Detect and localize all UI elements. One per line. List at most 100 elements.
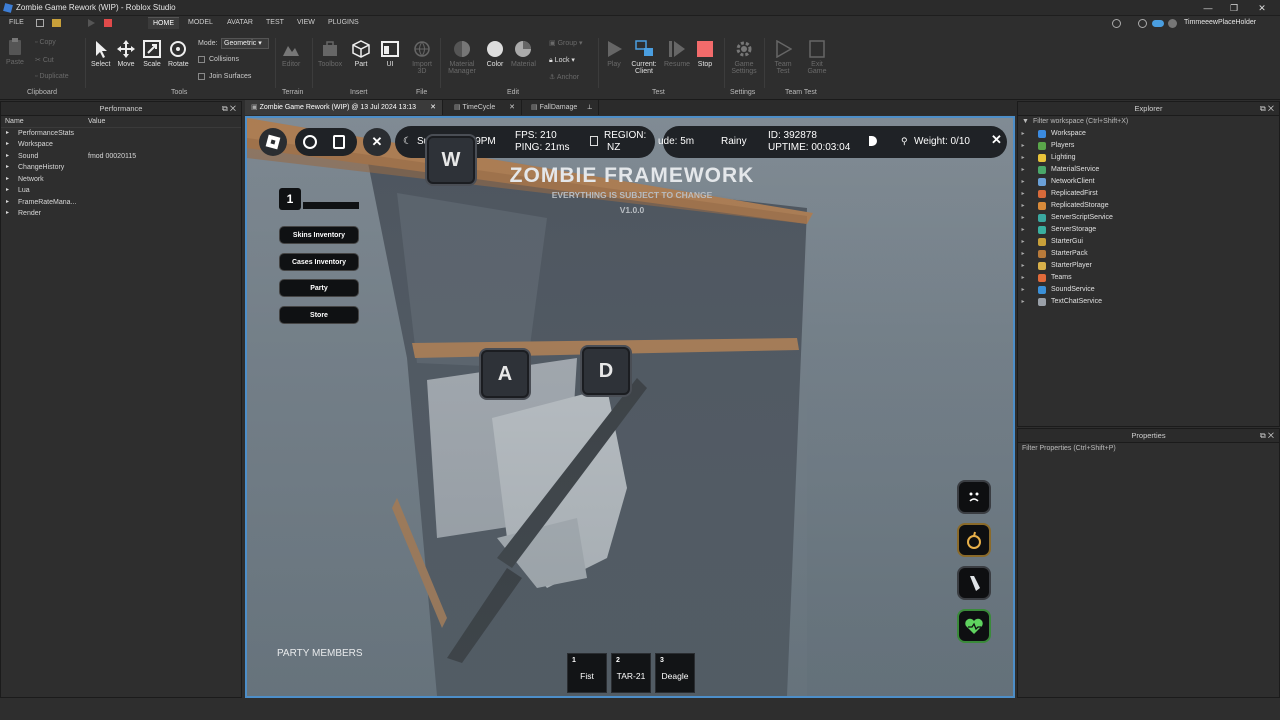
avatar-icon[interactable] <box>1168 19 1177 28</box>
explorer-item[interactable]: ▸ ServerScriptService <box>1018 212 1279 224</box>
cases-inventory-button[interactable]: Cases Inventory <box>279 253 359 271</box>
stop-small-icon[interactable] <box>104 19 112 27</box>
chat-icon[interactable] <box>333 135 345 149</box>
explorer-item[interactable]: ▸ StarterPack <box>1018 248 1279 260</box>
file-menu[interactable]: FILE <box>9 19 24 26</box>
explorer-item[interactable]: ▸ SoundService <box>1018 284 1279 296</box>
play-button[interactable]: Play <box>605 40 623 68</box>
tab-timecycle-script[interactable]: ▤ TimeCycle ✕ <box>448 100 522 115</box>
help-icon[interactable] <box>1138 19 1147 28</box>
expand-arrow-icon[interactable]: ▸ <box>1018 248 1028 260</box>
terrain-editor-button[interactable]: Editor <box>282 40 300 68</box>
close-window-button[interactable]: ✕ <box>1250 2 1274 14</box>
party-button[interactable]: Party <box>279 279 359 297</box>
emote-icon[interactable] <box>303 135 317 149</box>
select-tool-button[interactable]: Select <box>91 40 110 68</box>
roblox-menu-button[interactable] <box>259 128 287 156</box>
water-button[interactable] <box>957 566 991 600</box>
store-button[interactable]: Store <box>279 306 359 324</box>
expand-arrow-icon[interactable]: ▸ <box>1018 176 1028 188</box>
tab-plugins[interactable]: PLUGINS <box>328 19 359 26</box>
close-panel-icon[interactable]: ⧉ ✕ <box>1260 429 1274 443</box>
game-viewport[interactable]: ✕ ☾ Sunday, 12:29PM FPS: 210 PING: 21ms … <box>245 116 1015 698</box>
exit-game-button[interactable]: Exit Game <box>806 40 828 75</box>
open-folder-icon[interactable] <box>52 19 61 27</box>
expand-arrow-icon[interactable]: ▸ <box>1018 236 1028 248</box>
copy-button[interactable]: ▫ Copy <box>35 39 56 46</box>
explorer-item[interactable]: ▸ MaterialService <box>1018 164 1279 176</box>
scale-tool-button[interactable]: Scale <box>143 40 161 68</box>
team-test-button[interactable]: Team Test <box>772 40 794 75</box>
explorer-item[interactable]: ▸ StarterGui <box>1018 236 1279 248</box>
toolbox-button[interactable]: Toolbox <box>318 40 342 68</box>
anchor-button[interactable]: ⚓︎ Anchor <box>549 73 579 81</box>
resume-button[interactable]: Resume <box>664 40 690 68</box>
properties-filter-input[interactable]: Filter Properties (Ctrl+Shift+P) <box>1018 443 1279 455</box>
group-button[interactable]: ▣ Group ▾ <box>549 39 583 47</box>
game-settings-button[interactable]: Game Settings <box>728 40 760 75</box>
performance-row[interactable]: ▸ Sound fmod 00020115 <box>1 151 241 163</box>
tab-view[interactable]: VIEW <box>297 19 315 26</box>
new-file-icon[interactable] <box>36 19 44 27</box>
performance-row[interactable]: ▸ Workspace <box>1 139 241 151</box>
health-button[interactable] <box>957 609 991 643</box>
explorer-item[interactable]: ▸ ReplicatedFirst <box>1018 188 1279 200</box>
import-3d-button[interactable]: Import 3D <box>410 40 434 75</box>
close-panel-icon[interactable]: ⧉ ✕ <box>1260 102 1274 116</box>
performance-row[interactable]: ▸ Lua <box>1 185 241 197</box>
tab-test[interactable]: TEST <box>266 19 284 26</box>
skins-inventory-button[interactable]: Skins Inventory <box>279 226 359 244</box>
minimize-button[interactable]: — <box>1196 2 1220 14</box>
tab-avatar[interactable]: AVATAR <box>227 19 253 26</box>
tab-falldamage-script[interactable]: ▤ FallDamage ⟂ <box>525 100 599 115</box>
join-surfaces-toggle[interactable]: Join Surfaces <box>198 73 251 80</box>
explorer-item[interactable]: ▸ Lighting <box>1018 152 1279 164</box>
explorer-item[interactable]: ▸ TextChatService <box>1018 296 1279 308</box>
expand-arrow-icon[interactable]: ▸ <box>1018 128 1028 140</box>
expand-arrow-icon[interactable]: ▸ <box>1018 260 1028 272</box>
expand-arrow-icon[interactable]: ▸ <box>1018 272 1028 284</box>
explorer-filter-input[interactable]: ▼ Filter workspace (Ctrl+Shift+X) <box>1018 116 1279 128</box>
expand-arrow-icon[interactable]: ▸ <box>1018 188 1028 200</box>
collisions-toggle[interactable]: Collisions <box>198 56 239 63</box>
expand-arrow-icon[interactable]: ▸ <box>1018 296 1028 308</box>
expand-arrow-icon[interactable]: ▸ <box>1018 200 1028 212</box>
hotbar-slot-2[interactable]: 2 TAR-21 <box>611 653 651 693</box>
duplicate-button[interactable]: ▫ Duplicate <box>35 73 69 80</box>
ui-button[interactable]: UI <box>381 40 399 68</box>
sad-face-button[interactable] <box>957 480 991 514</box>
material-button[interactable]: Material <box>511 40 536 68</box>
explorer-item[interactable]: ▸ Workspace <box>1018 128 1279 140</box>
close-panel-icon[interactable]: ⧉ ✕ <box>222 102 236 116</box>
current-client-button[interactable]: Current: Client <box>630 40 658 75</box>
cut-button[interactable]: ✂ Cut <box>35 56 54 64</box>
expand-arrow-icon[interactable]: ▸ <box>1018 152 1028 164</box>
lock-button[interactable]: 🔒︎ Lock ▾ <box>549 56 575 65</box>
explorer-item[interactable]: ▸ Teams <box>1018 272 1279 284</box>
performance-row[interactable]: ▸ FrameRateMana... <box>1 197 241 209</box>
explorer-item[interactable]: ▸ Players <box>1018 140 1279 152</box>
material-manager-button[interactable]: Material Manager <box>446 40 478 75</box>
close-hud-button[interactable]: ✕ <box>363 128 391 156</box>
move-tool-button[interactable]: Move <box>117 40 135 68</box>
user-name[interactable]: TimmeeewPlaceHolder <box>1184 19 1256 26</box>
share-icon[interactable] <box>1112 19 1121 28</box>
expand-arrow-icon[interactable]: ▸ <box>1018 212 1028 224</box>
performance-row[interactable]: ▸ Network <box>1 174 241 186</box>
explorer-item[interactable]: ▸ ReplicatedStorage <box>1018 200 1279 212</box>
mode-dropdown[interactable]: Geometric ▾ <box>221 38 269 49</box>
color-button[interactable]: Color <box>486 40 504 68</box>
tab-model[interactable]: MODEL <box>188 19 213 26</box>
performance-row[interactable]: ▸ Render <box>1 208 241 220</box>
expand-arrow-icon[interactable]: ▸ <box>1018 140 1028 152</box>
hotbar-slot-1[interactable]: 1 Fist <box>567 653 607 693</box>
part-button[interactable]: Part <box>352 40 370 68</box>
performance-row[interactable]: ▸ PerformanceStats <box>1 128 241 140</box>
explorer-item[interactable]: ▸ NetworkClient <box>1018 176 1279 188</box>
hotbar-slot-3[interactable]: 3 Deagle <box>655 653 695 693</box>
tab-home[interactable]: HOME <box>148 17 179 29</box>
expand-arrow-icon[interactable]: ▸ <box>1018 224 1028 236</box>
rotate-tool-button[interactable]: Rotate <box>168 40 189 68</box>
close-status-icon[interactable]: ✕ <box>991 132 1002 148</box>
food-button[interactable] <box>957 523 991 557</box>
